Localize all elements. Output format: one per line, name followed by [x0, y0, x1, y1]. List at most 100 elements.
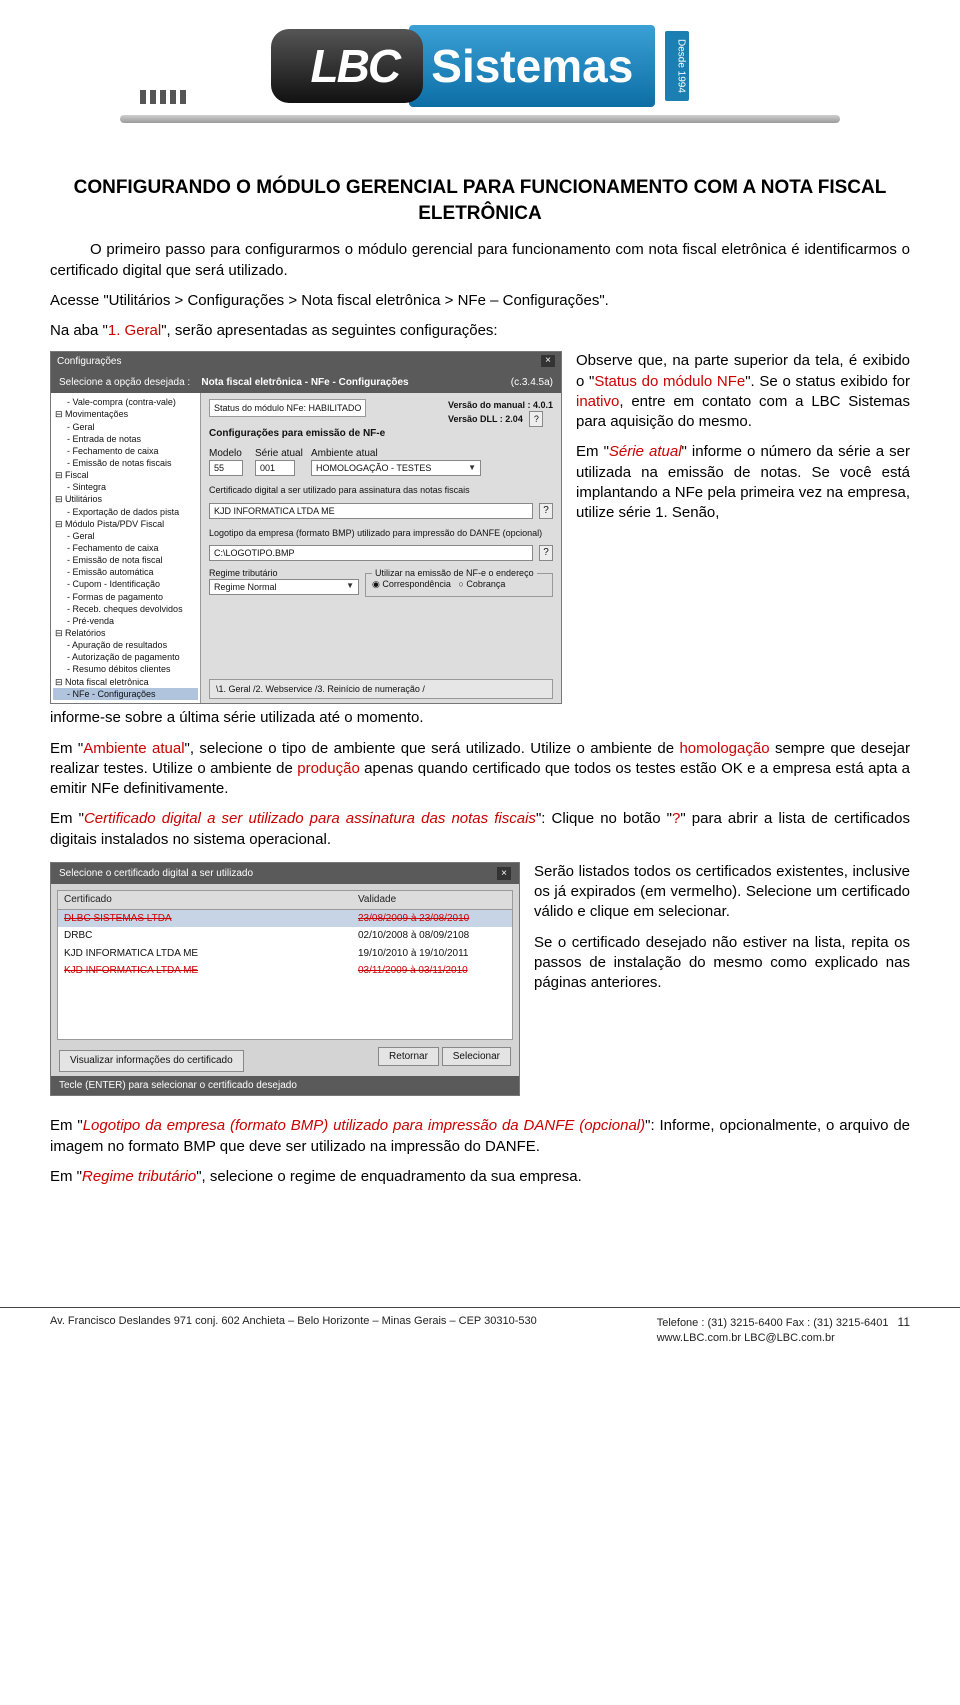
tree-item[interactable]: - Fechamento de caixa: [53, 445, 198, 457]
logo-sistemas: Sistemas: [409, 25, 655, 107]
tree-item[interactable]: ⊟ Movimentações: [53, 408, 198, 420]
cert-row[interactable]: DLBC SISTEMAS LTDA23/08/2009 à 23/08/201…: [58, 909, 512, 927]
cert-row[interactable]: KJD INFORMATICA LTDA ME03/11/2009 à 03/1…: [58, 962, 512, 980]
tree-item[interactable]: - Entrada de notas: [53, 433, 198, 445]
return-button[interactable]: Retornar: [378, 1047, 439, 1066]
side-p4: Se o certificado desejado não estiver na…: [534, 933, 910, 994]
modelo-input[interactable]: 55: [209, 460, 243, 476]
chevron-down-icon: ▼: [468, 463, 476, 474]
nfe-status: Status do módulo NFe: HABILITADO: [209, 399, 366, 417]
crumb-version: (c.3.4.5a): [511, 376, 553, 390]
logo-help-icon[interactable]: ?: [539, 545, 553, 561]
intro-1: O primeiro passo para configurarmos o mó…: [50, 240, 910, 281]
tree-item[interactable]: - Geral: [53, 530, 198, 542]
tree-item[interactable]: ⊟ Relatórios: [53, 627, 198, 639]
ver-dll: Versão DLL : 2.04: [448, 414, 523, 424]
tree-item[interactable]: - Pré-venda: [53, 615, 198, 627]
nav-tree[interactable]: - Vale-compra (contra-vale)⊟ Movimentaçõ…: [51, 393, 201, 703]
footer-web: www.LBC.com.br LBC@LBC.com.br: [657, 1332, 835, 1344]
window-title: Configurações: [57, 355, 121, 369]
select-label: Selecione a opção desejada :: [59, 377, 190, 388]
cert-p: Em "Certificado digital a ser utilizado …: [50, 809, 910, 850]
logo-ticks: [140, 90, 186, 104]
header-logo: LBC Sistemas Desde 1994: [0, 0, 960, 145]
logo-input[interactable]: C:\LOGOTIPO.BMP: [209, 545, 533, 561]
cert-dialog-screenshot: Selecione o certificado digital a ser ut…: [50, 862, 520, 1097]
cert-dialog-title: Selecione o certificado digital a ser ut…: [51, 863, 519, 885]
lbl-ambiente: Ambiente atual: [311, 447, 553, 461]
intro-2: Acesse "Utilitários > Configurações > No…: [50, 291, 910, 311]
close-icon[interactable]: ×: [497, 867, 511, 881]
p2b: 1. Geral: [108, 322, 161, 339]
tree-item[interactable]: ⊟ Fiscal: [53, 469, 198, 481]
tree-item[interactable]: - NFe - Configurações: [53, 688, 198, 700]
endereco-group-label: Utilizar na emissão de NF-e o endereço: [372, 567, 537, 579]
tree-item[interactable]: - Exportação de dados pista: [53, 506, 198, 518]
view-cert-button[interactable]: Visualizar informações do certificado: [59, 1050, 244, 1072]
side-p2: Em "Série atual" informe o número da sér…: [576, 442, 910, 523]
side-p3: Serão listados todos os certificados exi…: [534, 862, 910, 923]
tree-item[interactable]: ⊟ Módulo Pista/PDV Fiscal: [53, 518, 198, 530]
lbl-modelo: Modelo: [209, 447, 249, 461]
regime-select[interactable]: Regime Normal▼: [209, 579, 359, 595]
continue-series: informe-se sobre a última série utilizad…: [50, 708, 910, 728]
cert-row[interactable]: DRBC02/10/2008 à 08/09/2108: [58, 927, 512, 945]
chevron-down-icon: ▼: [346, 581, 354, 592]
breadcrumb-text: Nota fiscal eletrônica - NFe - Configura…: [201, 377, 408, 388]
logo-lbc: LBC: [271, 29, 424, 103]
section-header: Configurações para emissão de NF-e: [209, 427, 553, 441]
footer-address: Av. Francisco Deslandes 971 conj. 602 An…: [50, 1314, 537, 1346]
p2a: Na aba ": [50, 322, 108, 339]
help-icon[interactable]: ?: [529, 411, 543, 427]
tree-item[interactable]: - Geral: [53, 421, 198, 433]
cert-list[interactable]: CertificadoValidade DLBC SISTEMAS LTDA23…: [57, 890, 513, 1040]
cert-help-icon[interactable]: ?: [539, 503, 553, 519]
intro-3: Na aba "1. Geral", serão apresentadas as…: [50, 321, 910, 341]
lbl-cert: Certificado digital a ser utilizado para…: [209, 484, 553, 496]
tree-item[interactable]: - Resumo débitos clientes: [53, 663, 198, 675]
col-validity: Validade: [352, 891, 512, 909]
logo-since: Desde 1994: [665, 31, 689, 101]
ambiente-select[interactable]: HOMOLOGAÇÃO - TESTES▼: [311, 460, 481, 476]
radio-cobranca[interactable]: ○ Cobrança: [458, 579, 505, 589]
lbl-serie: Série atual: [255, 447, 305, 461]
lbl-logo: Logotipo da empresa (formato BMP) utiliz…: [209, 527, 553, 539]
side-p1: Observe que, na parte superior da tela, …: [576, 351, 910, 432]
config-screenshot: Configurações × Selecione a opção deseja…: [50, 351, 562, 704]
close-icon[interactable]: ×: [541, 355, 555, 367]
window-breadcrumb: Selecione a opção desejada : Nota fiscal…: [51, 372, 561, 394]
radio-correspondencia[interactable]: ◉ Correspondência: [372, 579, 451, 589]
tree-item[interactable]: - Emissão de nota fiscal: [53, 554, 198, 566]
regime-p: Em "Regime tributário", selecione o regi…: [50, 1167, 910, 1187]
tree-item[interactable]: - Emissão de notas fiscais: [53, 457, 198, 469]
tree-item[interactable]: - Autorização de pagamento: [53, 651, 198, 663]
tree-item[interactable]: ⊟ Nota fiscal eletrônica: [53, 676, 198, 688]
tree-item[interactable]: - Fechamento de caixa: [53, 542, 198, 554]
logo-bar: [120, 115, 840, 123]
tree-item[interactable]: - Sintegra: [53, 481, 198, 493]
page-number: 11: [898, 1315, 910, 1329]
select-button[interactable]: Selecionar: [442, 1047, 511, 1066]
version-box: Versão do manual : 4.0.1 Versão DLL : 2.…: [448, 399, 553, 427]
cert-row[interactable]: KJD INFORMATICA LTDA ME19/10/2010 à 19/1…: [58, 945, 512, 963]
tree-item[interactable]: - Apuração de resultados: [53, 639, 198, 651]
page-content: CONFIGURANDO O MÓDULO GERENCIAL PARA FUN…: [0, 175, 960, 1217]
col-cert: Certificado: [58, 891, 352, 909]
p2c: ", serão apresentadas as seguintes confi…: [161, 322, 497, 339]
bottom-tabs[interactable]: \1. Geral /2. Webservice /3. Reinício de…: [209, 679, 553, 699]
page-title: CONFIGURANDO O MÓDULO GERENCIAL PARA FUN…: [50, 175, 910, 226]
footer-phone: Telefone : (31) 3215-6400 Fax : (31) 321…: [657, 1317, 889, 1329]
page-footer: Av. Francisco Deslandes 971 conj. 602 An…: [0, 1307, 960, 1356]
cert-input[interactable]: KJD INFORMATICA LTDA ME: [209, 503, 533, 519]
logo-p: Em "Logotipo da empresa (formato BMP) ut…: [50, 1116, 910, 1157]
tree-item[interactable]: - Receb. cheques devolvidos: [53, 603, 198, 615]
tree-item[interactable]: ⊟ Utilitários: [53, 493, 198, 505]
tree-item[interactable]: - Emissão automática: [53, 566, 198, 578]
window-titlebar: Configurações ×: [51, 352, 561, 372]
tree-item[interactable]: - Vale-compra (contra-vale): [53, 396, 198, 408]
ver-manual: Versão do manual : 4.0.1: [448, 400, 553, 410]
ambiente-p: Em "Ambiente atual", selecione o tipo de…: [50, 739, 910, 800]
tree-item[interactable]: - Formas de pagamento: [53, 591, 198, 603]
tree-item[interactable]: - Cupom - Identificação: [53, 578, 198, 590]
serie-input[interactable]: 001: [255, 460, 295, 476]
